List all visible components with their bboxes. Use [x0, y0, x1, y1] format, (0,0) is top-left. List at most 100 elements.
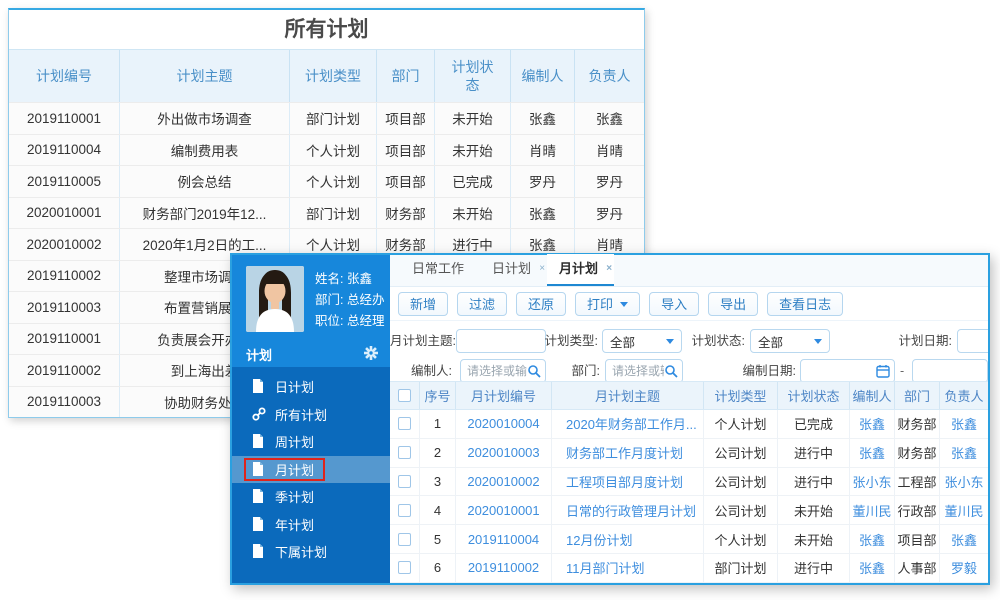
export-button[interactable]: 导出 — [708, 291, 759, 316]
cell-subject: 编制费用表 — [120, 134, 290, 165]
type-filter-select[interactable]: 全部 — [602, 329, 682, 353]
cell-plan-id-link[interactable]: 2019110004 — [456, 525, 552, 553]
button-label: 导入 — [661, 297, 688, 312]
avatar — [246, 266, 304, 332]
cell-owner: 罗丹 — [596, 206, 623, 222]
sidebar-item-label: 月计划 — [275, 462, 315, 478]
plan-date-filter-input[interactable] — [957, 329, 988, 353]
cell-owner-link[interactable]: 张鑫 — [940, 410, 988, 438]
cell-owner-link[interactable]: 罗毅 — [940, 554, 988, 582]
cell-owner-link[interactable]: 张鑫 — [940, 439, 988, 467]
cell-plan-id-link[interactable]: 2020010003 — [456, 438, 552, 467]
row-select-cell — [390, 496, 420, 525]
row-select-cell — [390, 410, 420, 438]
tab-daily-work[interactable]: 日常工作 — [400, 254, 480, 286]
row-checkbox[interactable] — [398, 561, 411, 575]
cell-type: 公司计划 — [704, 467, 778, 496]
header-cell: 计划状态 — [435, 50, 511, 102]
cell-plan-id-link[interactable]: 2020010001 — [456, 496, 552, 525]
cell-owner-link[interactable]: 张鑫 — [940, 525, 988, 553]
cell-type: 个人计划 — [704, 410, 778, 438]
import-button[interactable]: 导入 — [649, 291, 700, 316]
cell-plan-id: 2019110002 — [9, 355, 120, 386]
sidebar-item-day-plan[interactable]: 日计划 — [232, 373, 390, 401]
dept-filter-search[interactable] — [605, 359, 683, 381]
sidebar-item-year-plan[interactable]: 年计划 — [232, 511, 390, 539]
link-icon — [252, 407, 266, 422]
cell-subject-link[interactable]: 日常的行政管理月计划 — [552, 496, 704, 525]
sidebar-item-quarter-plan[interactable]: 季计划 — [232, 483, 390, 511]
header-cell: 月计划编号 — [456, 382, 552, 409]
cell-subject-link[interactable]: 2020年财务部工作月... — [552, 410, 704, 438]
cell-index: 2 — [420, 438, 456, 467]
creator-filter-search[interactable] — [460, 359, 546, 381]
status-filter-select[interactable]: 全部 — [750, 329, 830, 353]
cell-plan-id-link[interactable]: 2019110002 — [456, 553, 552, 582]
row-checkbox[interactable] — [398, 474, 411, 488]
cell-subject: 外出做市场调查 — [120, 103, 290, 134]
cell-creator-link[interactable]: 张鑫 — [850, 525, 895, 553]
create-date-end-input[interactable] — [912, 359, 988, 381]
tab-month-plan[interactable]: 月计划 × — [547, 254, 615, 286]
calendar-icon[interactable] — [876, 364, 890, 378]
cell-owner-link[interactable]: 董川民 — [940, 496, 988, 524]
create-date-filter-label: 编制日期: — [742, 364, 796, 378]
cell-plan-id: 2020010002 — [9, 229, 120, 260]
sidebar-item-month-plan[interactable]: 月计划 — [232, 455, 390, 483]
all-plans-table-header: 计划编号 计划主题 计划类型 部门 计划状态 编制人 负责人 — [9, 50, 644, 102]
row-checkbox[interactable] — [398, 446, 411, 460]
cell-dept: 项目部 — [895, 525, 940, 553]
cell-owner-link[interactable]: 张小东 — [940, 468, 988, 496]
print-button[interactable]: 打印 — [575, 291, 641, 316]
close-icon[interactable]: × — [606, 254, 612, 284]
cell-plan-id-link[interactable]: 2020010004 — [456, 410, 552, 438]
cell-subject-link[interactable]: 财务部工作月度计划 — [552, 438, 704, 467]
reset-button[interactable]: 还原 — [516, 291, 567, 316]
cell-creator-link[interactable]: 董川民 — [850, 496, 895, 525]
file-icon — [252, 379, 266, 394]
cell-creator: 张鑫 — [511, 197, 575, 228]
cell-type: 公司计划 — [704, 438, 778, 467]
button-label: 查看日志 — [779, 297, 832, 312]
cell-dept: 行政部 — [895, 496, 940, 525]
cell-creator-link[interactable]: 张鑫 — [850, 438, 895, 467]
close-icon[interactable]: × — [539, 254, 545, 284]
sidebar-item-subordinate-plan[interactable]: 下属计划 — [232, 538, 390, 566]
add-button[interactable]: 新增 — [398, 291, 449, 316]
view-log-button[interactable]: 查看日志 — [767, 291, 844, 316]
search-icon[interactable] — [527, 364, 541, 378]
create-date-start-input[interactable] — [800, 359, 895, 381]
sidebar-item-all-plans[interactable]: 所有计划 — [232, 401, 390, 429]
gear-icon[interactable] — [364, 345, 378, 363]
table-row: 2019110005 例会总结 个人计划 项目部 已完成 罗丹 罗丹 — [9, 165, 644, 197]
status-filter-label: 计划状态: — [691, 334, 745, 348]
cell-creator: 肖晴 — [511, 134, 575, 165]
search-icon[interactable] — [664, 364, 678, 378]
tab-day-plan[interactable]: 日计划 × — [480, 254, 547, 286]
header-cell: 负责人 — [944, 389, 984, 404]
cell-status: 未开始 — [778, 496, 850, 525]
cell-subject-link[interactable]: 11月部门计划 — [552, 553, 704, 582]
cell-creator-link[interactable]: 张鑫 — [850, 410, 895, 438]
cell-subject-link[interactable]: 12月份计划 — [552, 525, 704, 553]
cell-plan-id-link[interactable]: 2020010002 — [456, 467, 552, 496]
filter-button[interactable]: 过滤 — [457, 291, 508, 316]
cell-plan-id: 2019110001 — [9, 103, 120, 134]
row-checkbox[interactable] — [398, 503, 411, 517]
row-select-cell — [390, 525, 420, 553]
sidebar-item-week-plan[interactable]: 周计划 — [232, 428, 390, 456]
header-cell: 计划类型 — [704, 382, 778, 409]
page-title: 所有计划 — [9, 10, 644, 50]
select-all-cell — [390, 382, 420, 409]
row-checkbox[interactable] — [398, 532, 411, 546]
row-checkbox[interactable] — [398, 417, 411, 431]
subject-filter-input[interactable] — [456, 329, 546, 353]
select-value: 全部 — [610, 335, 636, 350]
sidebar-menu: 日计划 所有计划 周计划 月计划 季计划 年计划 下属计划 — [232, 367, 390, 583]
dept-filter-label: 部门: — [571, 364, 600, 378]
cell-creator-link[interactable]: 张小东 — [850, 467, 895, 496]
select-all-checkbox[interactable] — [398, 389, 411, 402]
header-cell: 部门 — [895, 382, 940, 409]
cell-creator-link[interactable]: 张鑫 — [850, 553, 895, 582]
cell-subject-link[interactable]: 工程项目部月度计划 — [552, 467, 704, 496]
